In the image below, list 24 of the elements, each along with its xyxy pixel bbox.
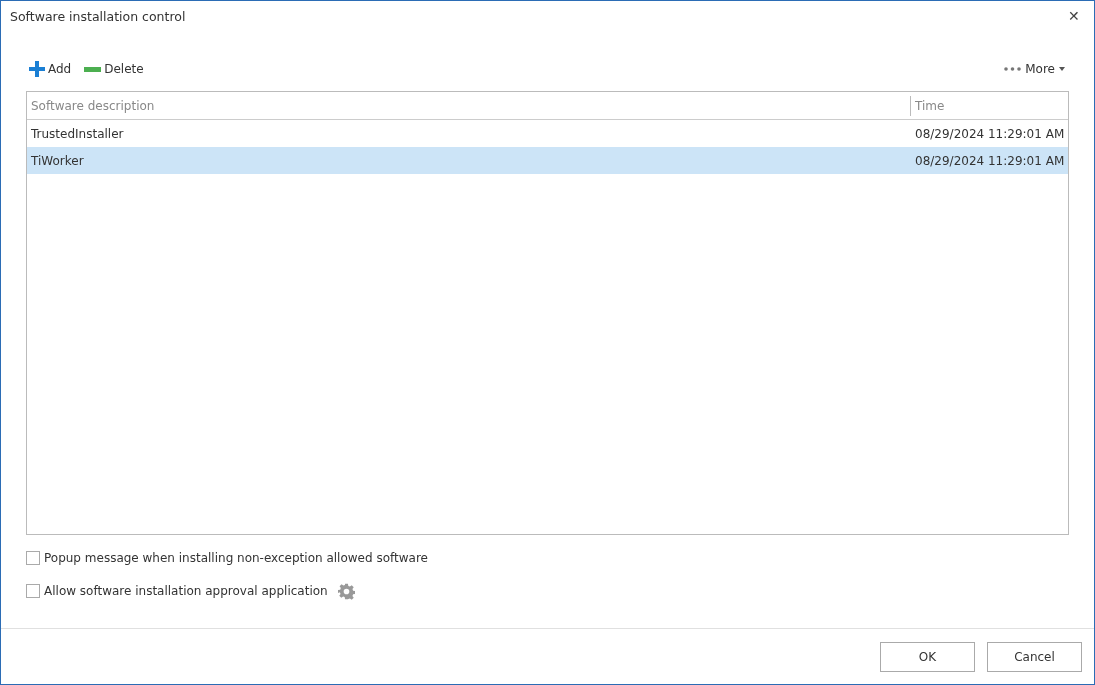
table-row[interactable]: TrustedInstaller 08/29/2024 11:29:01 AM: [27, 120, 1068, 147]
dialog-button[interactable]: Cancel: [987, 641, 1082, 672]
table-cell: 08/29/2024 11:29:01 AM: [915, 126, 1065, 141]
settings-icon[interactable]: [337, 582, 355, 600]
more-button[interactable]: More: [1001, 62, 1069, 76]
table-cell: TrustedInstaller: [31, 126, 124, 141]
caret-icon: [1059, 67, 1065, 71]
window-title: Software installation control: [10, 8, 187, 24]
add-button[interactable]: Add: [26, 61, 72, 77]
dialog-button[interactable]: OK: [880, 641, 975, 672]
column-header[interactable]: Software description: [31, 98, 155, 113]
table-cell: TiWorker: [31, 153, 84, 168]
delete-button[interactable]: Delete: [81, 62, 144, 76]
minus-icon: [84, 66, 102, 72]
close-button[interactable]: ✕: [1054, 1, 1094, 31]
column-header[interactable]: Time: [915, 98, 945, 113]
checkbox[interactable]: [26, 584, 40, 598]
plus-icon: [29, 61, 45, 77]
checkbox-label[interactable]: Allow software installation approval application: [44, 584, 328, 598]
dots-icon: [1004, 67, 1022, 71]
table-row[interactable]: TiWorker 08/29/2024 11:29:01 AM: [27, 147, 1068, 174]
table-cell: 08/29/2024 11:29:01 AM: [915, 153, 1065, 168]
checkbox-label[interactable]: Popup message when installing non-exception allowed software: [44, 551, 428, 565]
checkbox[interactable]: [26, 551, 40, 565]
